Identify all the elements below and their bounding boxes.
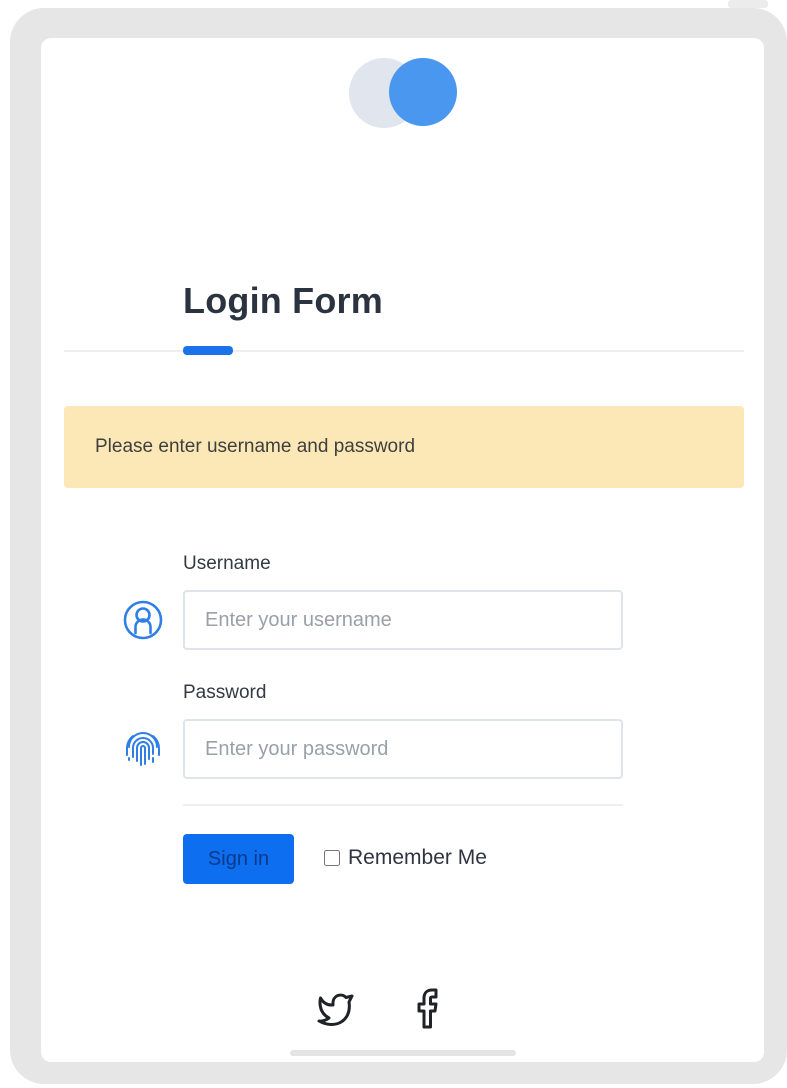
username-label: Username: [183, 553, 271, 574]
password-input[interactable]: [183, 719, 623, 779]
password-label: Password: [183, 682, 267, 703]
user-icon: [121, 598, 165, 642]
remember-me-label: Remember Me: [348, 846, 487, 869]
top-notch: [728, 0, 768, 8]
twitter-icon[interactable]: [316, 988, 356, 1028]
app-screen: Login Form Please enter username and pas…: [41, 38, 764, 1062]
page-title: Login Form: [183, 280, 383, 321]
username-input[interactable]: [183, 590, 623, 650]
form-divider: [183, 804, 623, 806]
remember-me[interactable]: Remember Me: [324, 846, 487, 870]
sign-in-button[interactable]: Sign in: [183, 834, 294, 884]
title-divider: [64, 350, 744, 352]
home-indicator: [290, 1050, 516, 1056]
alert-message: Please enter username and password: [64, 406, 744, 488]
title-accent-bar: [183, 346, 233, 355]
facebook-icon[interactable]: [412, 987, 442, 1029]
logo-circle-front: [389, 58, 457, 126]
app-logo: [349, 58, 459, 128]
fingerprint-icon: [121, 727, 165, 771]
remember-me-checkbox[interactable]: [324, 850, 340, 866]
